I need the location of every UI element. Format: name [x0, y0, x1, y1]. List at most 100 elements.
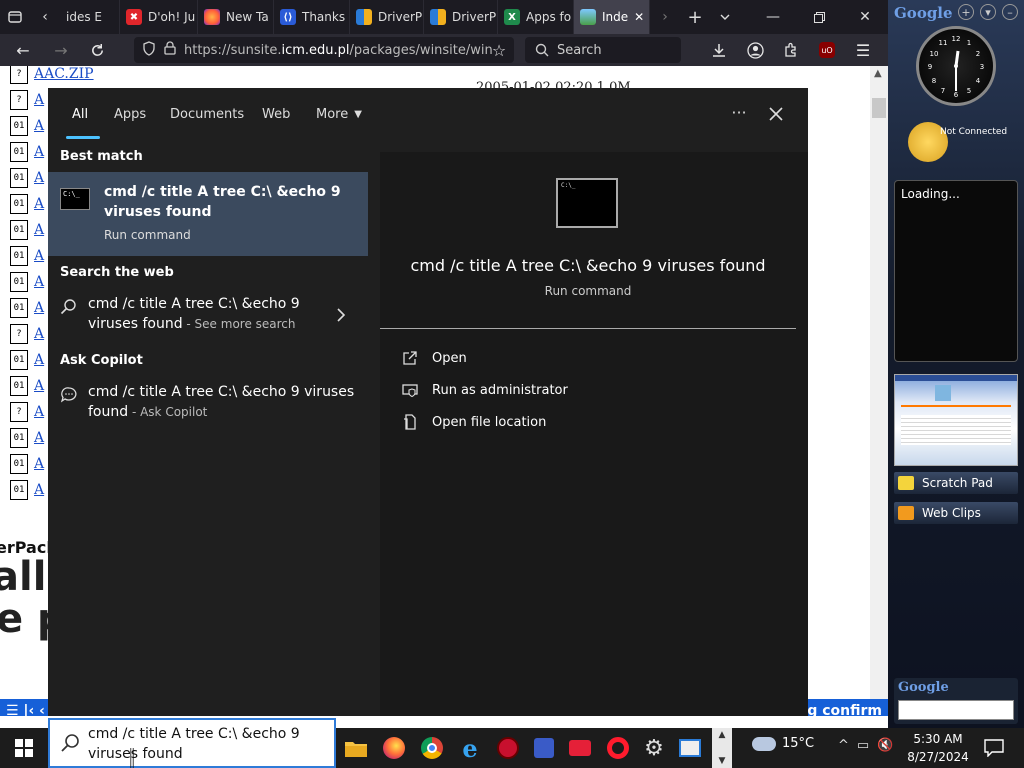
bookmark-star-icon[interactable]: ☆ [482, 34, 516, 66]
copilot-header: Ask Copilot [60, 353, 143, 368]
lock-icon[interactable] [164, 41, 176, 59]
browser-tab[interactable]: New Ta [198, 0, 274, 34]
google-search-input[interactable] [898, 700, 1014, 720]
file-link[interactable]: A [34, 92, 44, 108]
sidebar-close-icon[interactable]: – [1002, 4, 1018, 20]
taskbar-scroll[interactable]: ▲ ▼ [712, 728, 732, 768]
tab-scroll-right-icon[interactable]: › [650, 0, 680, 34]
browser-tab[interactable]: ⟨⟩ Thanks [274, 0, 350, 34]
windows-start-icon[interactable] [6, 728, 42, 768]
notification-icon[interactable] [982, 736, 1006, 760]
file-explorer-icon[interactable] [342, 734, 370, 762]
browser-tab[interactable]: ides E [60, 0, 120, 34]
file-link[interactable]: A [34, 404, 44, 420]
addon-badge: uO [819, 42, 835, 58]
run-as-admin-action[interactable]: Run as administrator [402, 379, 568, 401]
app-icon-blue[interactable] [530, 734, 558, 762]
file-link[interactable]: A [34, 196, 44, 212]
file-link[interactable]: A [34, 300, 44, 316]
network-icon[interactable]: ▭ [857, 738, 869, 753]
settings-gear-icon[interactable]: ⚙ [640, 734, 668, 762]
binary-file-icon: 01 [10, 220, 28, 240]
tab-list-icon[interactable] [0, 0, 30, 34]
back-icon[interactable]: ← [6, 34, 40, 66]
unknown-file-icon: ? [10, 90, 28, 110]
taskbar-clock[interactable]: 5:30 AM 8/27/2024 [906, 730, 970, 766]
file-link[interactable]: A [34, 482, 44, 498]
open-file-location-action[interactable]: Open file location [402, 411, 546, 433]
web-search-result[interactable]: cmd /c title A tree C:\ &echo 9 viruses … [48, 294, 368, 338]
browser-tab-active[interactable]: Inde ✕ [574, 0, 650, 34]
minimize-icon[interactable]: — [750, 0, 796, 34]
forward-icon[interactable]: → [44, 34, 78, 66]
video-app-icon[interactable] [566, 734, 594, 762]
file-link[interactable]: A [34, 326, 44, 342]
chevron-down-icon[interactable]: ▾ [980, 4, 996, 20]
close-icon[interactable] [762, 100, 790, 128]
browser-tab[interactable]: DriverP [424, 0, 498, 34]
taskbar-search-input[interactable]: cmd /c title A tree C:\ &echo 9 viruses … [48, 718, 336, 768]
opera-icon[interactable] [604, 734, 632, 762]
address-bar[interactable]: https://sunsite.icm.edu.pl/packages/wins… [134, 37, 514, 63]
slideshow-thumbnail[interactable] [894, 374, 1018, 466]
chevron-up-icon[interactable]: ^ [838, 738, 849, 753]
more-options-icon[interactable]: ··· [724, 100, 754, 124]
tab-label: D'oh! Ju [148, 10, 196, 24]
account-icon[interactable] [738, 34, 772, 66]
browser-tab[interactable]: X Apps fo [498, 0, 574, 34]
tab-scroll-left-icon[interactable]: ‹ [30, 0, 60, 34]
copilot-result[interactable]: cmd /c title A tree C:\ &echo 9 viruses … [48, 382, 368, 426]
file-link[interactable]: A [34, 352, 44, 368]
shield-icon[interactable] [142, 40, 156, 60]
svg-text:6: 6 [954, 91, 959, 99]
browser-tab[interactable]: ✖ D'oh! Ju [120, 0, 198, 34]
best-match-result[interactable]: C:\_ cmd /c title A tree C:\ &echo 9 vir… [48, 172, 368, 256]
file-link[interactable]: A [34, 456, 44, 472]
tab-web[interactable]: Web [262, 88, 290, 140]
file-link[interactable]: AAC.ZIP [34, 66, 94, 82]
scratch-pad-gadget[interactable]: Scratch Pad [894, 472, 1018, 494]
chrome-icon[interactable] [418, 734, 446, 762]
search-query-text: cmd /c title A tree C:\ &echo 9 viruses … [88, 726, 300, 762]
open-action[interactable]: Open [402, 347, 467, 369]
tab-apps[interactable]: Apps [114, 88, 146, 140]
cmd-preview-icon: C:\_ [556, 178, 618, 228]
page-scrollbar[interactable]: ▲ [870, 66, 888, 716]
new-tab-icon[interactable]: + [680, 0, 710, 34]
restore-icon[interactable] [796, 0, 842, 34]
file-link[interactable]: A [34, 170, 44, 186]
search-flyout: All Apps Documents Web More ▼ ··· Best ma… [48, 88, 808, 716]
browser-search-box[interactable]: Search [525, 37, 681, 63]
file-link[interactable]: A [34, 144, 44, 160]
tab-documents[interactable]: Documents [170, 88, 244, 140]
browser-tab[interactable]: DriverP [350, 0, 424, 34]
tab-more[interactable]: More ▼ [316, 88, 362, 140]
web-clips-gadget[interactable]: Web Clips [894, 502, 1018, 524]
reload-icon[interactable] [80, 34, 114, 66]
close-window-icon[interactable]: ✕ [842, 0, 888, 34]
file-link[interactable]: A [34, 378, 44, 394]
chevron-right-icon[interactable] [336, 308, 346, 326]
clock-gadget[interactable]: 12 3 6 9 1245 7 8 10 11 [916, 26, 996, 106]
file-link[interactable]: A [34, 274, 44, 290]
file-link[interactable]: A [34, 248, 44, 264]
chevron-down-icon[interactable] [710, 0, 740, 34]
app-icon-red[interactable] [494, 734, 522, 762]
file-link[interactable]: A [34, 222, 44, 238]
app-icon-window[interactable] [676, 734, 704, 762]
gadget-panel[interactable]: Loading... [894, 180, 1018, 362]
weather-widget[interactable]: 15°C [752, 736, 814, 751]
download-icon[interactable] [702, 34, 736, 66]
tab-all[interactable]: All [72, 88, 88, 140]
ublock-icon[interactable]: uO [810, 34, 844, 66]
add-gadget-icon[interactable]: + [958, 4, 974, 20]
banner-controls[interactable]: ☰ |‹ ‹ [6, 703, 45, 716]
file-link[interactable]: A [34, 430, 44, 446]
volume-muted-icon[interactable]: 🔇 [877, 738, 893, 753]
tab-close-icon[interactable]: ✕ [634, 10, 644, 24]
internet-explorer-icon[interactable]: e [456, 734, 484, 763]
extensions-icon[interactable] [774, 34, 808, 66]
menu-icon[interactable]: ☰ [846, 34, 880, 66]
firefox-icon[interactable] [380, 734, 408, 762]
file-link[interactable]: A [34, 118, 44, 134]
